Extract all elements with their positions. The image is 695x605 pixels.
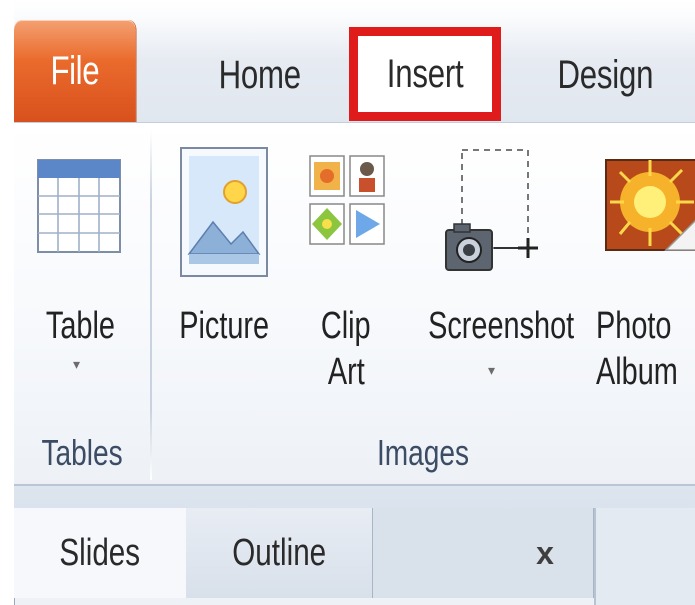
tab-home[interactable]: Home [190, 40, 330, 110]
clip-art-icon [309, 155, 385, 245]
group-label-images: Images [377, 432, 470, 473]
powerpoint-ribbon-screenshot: File Home Insert Design Table ▾ Picture … [0, 0, 695, 605]
tab-home-label: Home [218, 52, 302, 97]
picture-button[interactable] [165, 142, 283, 387]
tab-outline[interactable]: Outline [186, 508, 373, 598]
clip-art-button-label: Clip Art [321, 305, 371, 393]
screenshot-dropdown-arrow[interactable]: ▾ [488, 362, 495, 379]
screenshot-button-label: Screenshot [428, 305, 575, 347]
photo-album-button-label: Photo Album [596, 305, 678, 393]
tab-file[interactable]: File [14, 20, 136, 122]
table-button-label: Table [45, 305, 115, 347]
table-icon [37, 159, 121, 253]
table-button[interactable] [24, 150, 136, 390]
screenshot-icon [445, 149, 538, 271]
screenshot-button[interactable] [412, 140, 582, 390]
group-label-tables: Tables [41, 432, 123, 473]
photo-album-icon [605, 159, 695, 251]
table-dropdown-arrow[interactable]: ▾ [73, 356, 80, 373]
slide-editing-area [594, 508, 695, 605]
picture-button-label: Picture [179, 305, 269, 347]
tab-outline-label: Outline [232, 531, 326, 574]
picture-icon [180, 147, 268, 277]
tab-slides[interactable]: Slides [14, 508, 187, 598]
left-margin [0, 0, 14, 605]
tab-file-label: File [50, 48, 100, 93]
tab-design[interactable]: Design [520, 40, 690, 110]
tab-design-label: Design [557, 52, 653, 97]
tab-slides-label: Slides [59, 531, 141, 574]
close-icon[interactable]: x [522, 530, 568, 576]
tab-insert[interactable]: Insert [349, 27, 501, 121]
group-separator [150, 130, 152, 480]
tab-insert-label: Insert [386, 51, 464, 96]
